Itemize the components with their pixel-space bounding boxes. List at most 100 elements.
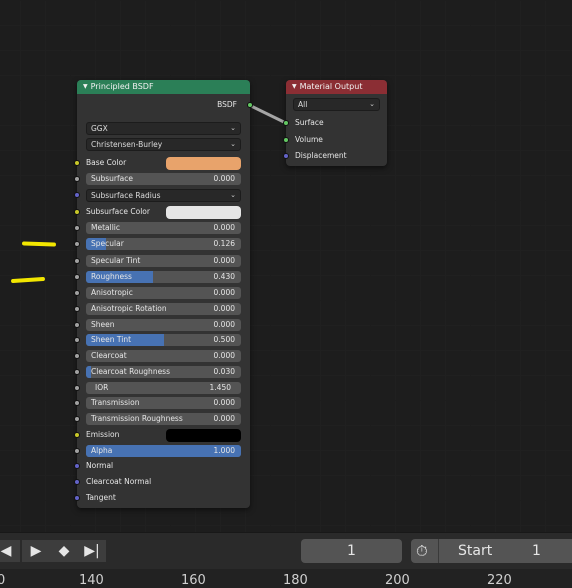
tangent-label: Tangent: [86, 493, 116, 502]
collapse-icon[interactable]: ▼: [83, 83, 88, 90]
ior-field[interactable]: IOR 1.450: [86, 382, 241, 394]
subsurface-radius-socket[interactable]: [74, 192, 80, 198]
alpha-field[interactable]: Alpha 1.000: [86, 445, 241, 457]
subsurface-color-socket[interactable]: [74, 209, 80, 215]
ruler-tick: 180: [283, 573, 308, 588]
chevron-down-icon: ⌄: [230, 191, 236, 199]
anisotropic-rotation-field[interactable]: Anisotropic Rotation 0.000: [86, 303, 241, 315]
tangent-socket[interactable]: [74, 495, 80, 501]
play-reverse-button[interactable]: ◀: [0, 540, 20, 562]
subsurface-field[interactable]: Subsurface 0.000: [86, 173, 241, 185]
anisotropic-rotation-socket[interactable]: [74, 306, 80, 312]
anisotropic-socket[interactable]: [74, 290, 80, 296]
displacement-socket[interactable]: [283, 153, 289, 159]
subsurface-method-dropdown[interactable]: Christensen-Burley ⌄: [86, 138, 241, 151]
current-frame-field[interactable]: 1: [301, 539, 402, 563]
sheen-socket[interactable]: [74, 322, 80, 328]
sheen-field[interactable]: Sheen 0.000: [86, 319, 241, 331]
field-label: Clearcoat: [91, 351, 127, 360]
specular-tint-field[interactable]: Specular Tint 0.000: [86, 255, 241, 267]
dropdown-value: Christensen-Burley: [91, 140, 163, 149]
base-color-swatch[interactable]: [166, 157, 241, 170]
frame-ruler[interactable]: 0 140 160 180 200 220: [0, 569, 572, 588]
field-value: 0.000: [213, 256, 235, 265]
chevron-down-icon: ⌄: [230, 124, 236, 132]
clearcoat-roughness-field[interactable]: Clearcoat Roughness 0.030: [86, 366, 241, 378]
clearcoat-socket[interactable]: [74, 353, 80, 359]
field-value: 0.000: [213, 351, 235, 360]
field-value: 0.430: [213, 272, 235, 281]
subsurface-color-swatch[interactable]: [166, 206, 241, 219]
annotation-stroke: [21, 241, 57, 247]
field-label: Anisotropic: [91, 288, 133, 297]
volume-label: Volume: [295, 135, 323, 144]
transmission-roughness-field[interactable]: Transmission Roughness 0.000: [86, 413, 241, 425]
clearcoat-normal-socket[interactable]: [74, 479, 80, 485]
field-label: Specular Tint: [91, 256, 141, 265]
field-value: 0.000: [213, 398, 235, 407]
emission-swatch[interactable]: [166, 429, 241, 442]
jump-end-button[interactable]: ▶|: [78, 540, 106, 562]
transmission-socket[interactable]: [74, 400, 80, 406]
transmission-roughness-socket[interactable]: [74, 416, 80, 422]
field-value: 0.000: [213, 304, 235, 313]
specular-field[interactable]: Specular 0.126: [86, 238, 241, 250]
field-label: Clearcoat Roughness: [91, 367, 170, 376]
emission-label: Emission: [86, 430, 120, 439]
base-color-socket[interactable]: [74, 160, 80, 166]
normal-socket[interactable]: [74, 463, 80, 469]
field-value: 0.500: [213, 335, 235, 344]
field-label: Transmission: [91, 398, 140, 407]
field-label: Alpha: [91, 446, 113, 455]
metallic-field[interactable]: Metallic 0.000: [86, 222, 241, 234]
play-button[interactable]: ▶: [22, 540, 50, 562]
ruler-tick: 140: [79, 573, 104, 588]
field-label: Transmission Roughness: [91, 414, 183, 423]
distribution-dropdown[interactable]: GGX ⌄: [86, 122, 241, 135]
subsurface-socket[interactable]: [74, 176, 80, 182]
anisotropic-field[interactable]: Anisotropic 0.000: [86, 287, 241, 299]
roughness-field[interactable]: Roughness 0.430: [86, 271, 241, 283]
bsdf-output-socket[interactable]: [247, 102, 253, 108]
chevron-down-icon: ⌄: [369, 100, 375, 108]
displacement-label: Displacement: [295, 151, 347, 160]
ior-socket[interactable]: [74, 385, 80, 391]
roughness-socket[interactable]: [74, 274, 80, 280]
node-header[interactable]: ▼ Material Output: [286, 80, 387, 94]
clearcoat-roughness-socket[interactable]: [74, 369, 80, 375]
node-header[interactable]: ▼ Principled BSDF: [77, 80, 250, 94]
material-output-node[interactable]: ▼ Material Output All ⌄ Surface Volume Di…: [283, 80, 387, 166]
clearcoat-field[interactable]: Clearcoat 0.000: [86, 350, 241, 362]
emission-socket[interactable]: [74, 432, 80, 438]
metallic-socket[interactable]: [74, 225, 80, 231]
ruler-tick: 160: [181, 573, 206, 588]
sheen-tint-socket[interactable]: [74, 337, 80, 343]
collapse-icon[interactable]: ▼: [292, 83, 297, 90]
alpha-socket[interactable]: [74, 448, 80, 454]
specular-socket[interactable]: [74, 241, 80, 247]
subsurface-radius-dropdown[interactable]: Subsurface Radius ⌄: [86, 189, 241, 202]
volume-socket[interactable]: [283, 137, 289, 143]
output-label: BSDF: [217, 100, 237, 109]
stopwatch-icon[interactable]: ⏱: [416, 539, 428, 563]
specular-tint-socket[interactable]: [74, 258, 80, 264]
node-editor[interactable]: ▼ Principled BSDF BSDF GGX ⌄ Christensen-…: [0, 0, 572, 532]
field-value: 0.126: [213, 239, 235, 248]
start-label: Start: [458, 543, 493, 559]
subsurface-color-label: Subsurface Color: [86, 207, 150, 216]
ruler-tick: 0: [0, 573, 6, 588]
normal-label: Normal: [86, 461, 114, 470]
start-frame-field[interactable]: ⏱ Start 1: [411, 539, 572, 563]
ruler-tick: 220: [487, 573, 512, 588]
ruler-tick: 200: [385, 573, 410, 588]
field-label: Metallic: [91, 223, 120, 232]
principled-bsdf-node[interactable]: ▼ Principled BSDF BSDF GGX ⌄ Christensen-…: [74, 80, 253, 508]
field-value: 0.000: [213, 320, 235, 329]
next-keyframe-button[interactable]: ◆: [50, 540, 78, 562]
transmission-field[interactable]: Transmission 0.000: [86, 397, 241, 409]
surface-socket[interactable]: [283, 120, 289, 126]
field-label: Sheen: [91, 320, 115, 329]
target-dropdown[interactable]: All ⌄: [293, 98, 380, 111]
start-value: 1: [532, 543, 541, 559]
sheen-tint-field[interactable]: Sheen Tint 0.500: [86, 334, 241, 346]
